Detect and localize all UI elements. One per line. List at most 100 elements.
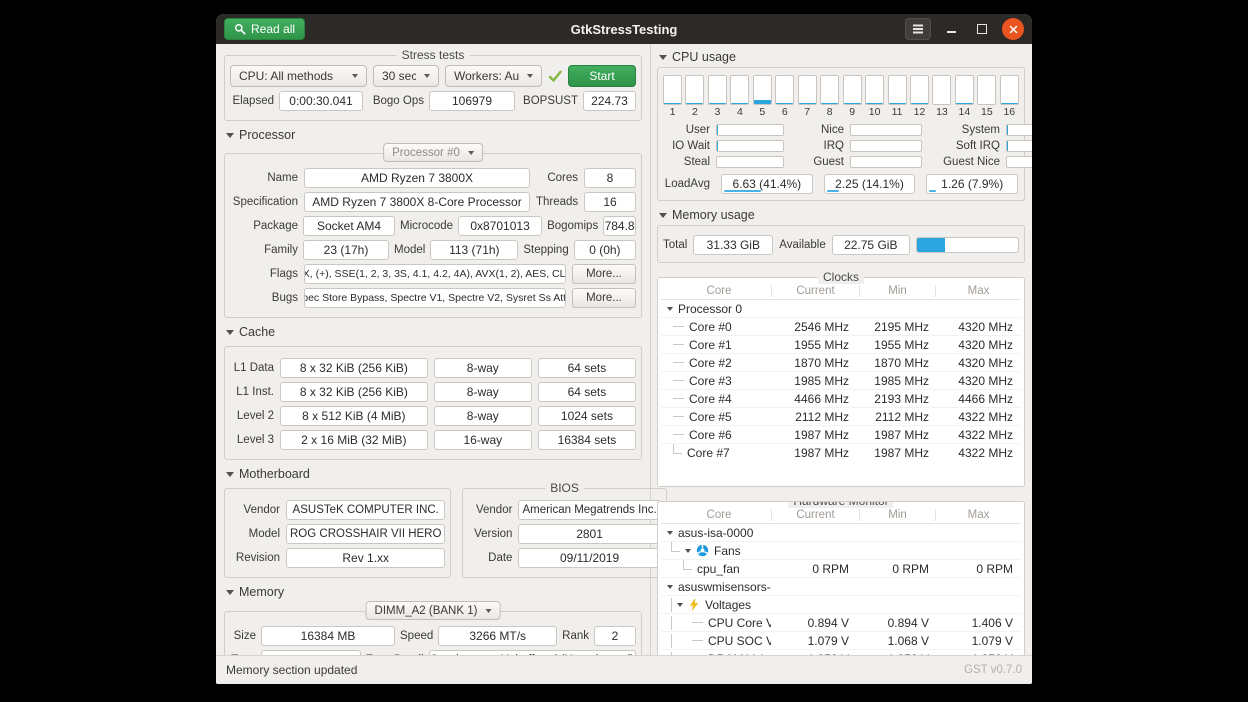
bogo-ops-field[interactable]: 106979 [429,91,515,111]
memory-usage-section-header[interactable]: Memory usage [659,208,1025,222]
bios-version-field[interactable]: 2801 [518,524,660,544]
cache-size-field[interactable]: 8 x 512 KiB (4 MiB) [280,406,428,426]
menu-button[interactable] [905,18,931,40]
hwmon-voltage-row[interactable]: CPU SOC Voltage 1.079 V 1.068 V 1.079 V [661,632,1021,650]
stress-workers-dropdown[interactable]: Workers: Auto [445,65,542,87]
elapsed-field[interactable]: 0:00:30.041 [279,91,363,111]
memory-section-header[interactable]: Memory [226,585,642,599]
hwmon-group-row[interactable]: asuswmisensors-isa-0000 [661,578,1021,596]
close-button[interactable] [1002,18,1024,40]
stepping-label: Stepping [523,244,568,256]
cache-ways-field[interactable]: 16-way [434,430,532,450]
cache-sets-field[interactable]: 64 sets [538,382,636,402]
motherboard-section-header[interactable]: Motherboard [226,467,642,481]
maximize-button[interactable] [971,18,993,40]
bogomips-field[interactable]: 7784.84 [603,216,636,236]
hwmon-voltage-row[interactable]: DRAM Voltage 1.352 V 1.352 V 1.352 V [661,650,1021,655]
cache-size-field[interactable]: 8 x 32 KiB (256 KiB) [280,358,428,378]
cpu-core-meter: 13 [932,75,951,118]
mem-size-field[interactable]: 16384 MB [261,626,395,646]
mem-type-detail-field[interactable]: Synchronous Unbuffered (Unregistered) [429,650,636,655]
bugs-more-button[interactable]: More... [572,288,636,308]
hwmon-group-row[interactable]: asus-isa-0000 [661,524,1021,542]
loadavg-1min-field[interactable]: 6.63 (41.4%) [721,174,813,194]
cpu-usage-section-header[interactable]: CPU usage [659,50,1025,64]
column-header-max[interactable]: Max [935,285,1021,297]
mem-speed-field[interactable]: 3266 MT/s [438,626,557,646]
dimm-selector-dropdown[interactable]: DIMM_A2 (BANK 1) [366,601,501,620]
processor-selector-dropdown[interactable]: Processor #0 [383,143,483,162]
bios-date-field[interactable]: 09/11/2019 [518,548,660,568]
chevron-down-icon [226,590,234,595]
hwmon-voltages-group-row[interactable]: Voltages [661,596,1021,614]
microcode-label: Microcode [400,220,453,232]
column-header-min[interactable]: Min [859,285,935,297]
mem-available-field[interactable]: 22.75 GiB [832,235,910,255]
loadavg-15min-field[interactable]: 1.26 (7.9%) [926,174,1018,194]
mem-type-field[interactable]: DDR4 [261,650,361,655]
column-header-core[interactable]: Core [661,509,771,521]
cache-ways-field[interactable]: 8-way [434,382,532,402]
hwmon-fan-row[interactable]: cpu_fan 0 RPM 0 RPM 0 RPM [661,560,1021,578]
model-field[interactable]: 113 (71h) [430,240,518,260]
column-header-max[interactable]: Max [935,509,1021,521]
family-field[interactable]: 23 (17h) [303,240,389,260]
bios-vendor-field[interactable]: American Megatrends Inc. [518,500,660,520]
specification-field[interactable]: AMD Ryzen 7 3800X 8-Core Processor [304,192,530,212]
stress-duration-dropdown[interactable]: 30 secs [373,65,439,87]
bugs-field[interactable]: Spec Store Bypass, Spectre V1, Spectre V… [304,288,566,308]
clocks-core-row[interactable]: Core #2 1870 MHz 1870 MHz 4320 MHz [661,354,1021,372]
irq-progressbar [850,140,922,152]
flags-field[interactable]: MMX, (+), SSE(1, 2, 3, 3S, 4.1, 4.2, 4A)… [304,264,566,284]
hwmon-voltage-row[interactable]: CPU Core Voltage 0.894 V 0.894 V 1.406 V [661,614,1021,632]
cache-sets-field[interactable]: 64 sets [538,358,636,378]
cache-sets-field[interactable]: 16384 sets [538,430,636,450]
flags-more-button[interactable]: More... [572,264,636,284]
clocks-core-row[interactable]: Core #3 1985 MHz 1985 MHz 4320 MHz [661,372,1021,390]
chevron-down-icon [485,609,491,613]
mb-model-field[interactable]: ROG CROSSHAIR VII HERO [286,524,445,544]
mb-model-label: Model [230,528,280,540]
clocks-core-row[interactable]: Core #5 2112 MHz 2112 MHz 4322 MHz [661,408,1021,426]
threads-field[interactable]: 16 [584,192,636,212]
stepping-field[interactable]: 0 (0h) [574,240,636,260]
mb-revision-field[interactable]: Rev 1.xx [286,548,445,568]
hwmon-fans-group-row[interactable]: Fans [661,542,1021,560]
cache-size-field[interactable]: 8 x 32 KiB (256 KiB) [280,382,428,402]
flags-label: Flags [230,268,298,280]
chevron-down-icon [659,55,667,60]
clocks-core-row[interactable]: Core #6 1987 MHz 1987 MHz 4322 MHz [661,426,1021,444]
mem-total-field[interactable]: 31.33 GiB [693,235,773,255]
minimize-button[interactable] [940,18,962,40]
column-header-current[interactable]: Current [771,509,859,521]
stress-method-dropdown[interactable]: CPU: All methods [230,65,367,87]
clocks-core-row[interactable]: Core #4 4466 MHz 2193 MHz 4466 MHz [661,390,1021,408]
clocks-core-row[interactable]: Core #0 2546 MHz 2195 MHz 4320 MHz [661,318,1021,336]
package-field[interactable]: Socket AM4 [303,216,395,236]
cache-ways-field[interactable]: 8-way [434,358,532,378]
cache-ways-field[interactable]: 8-way [434,406,532,426]
loadavg-5min-field[interactable]: 2.25 (14.1%) [824,174,916,194]
user-label: User [664,124,710,136]
column-header-current[interactable]: Current [771,285,859,297]
package-label: Package [230,220,298,232]
titlebar: Read all GtkStressTesting [216,14,1032,44]
column-header-min[interactable]: Min [859,509,935,521]
clocks-core-row[interactable]: Core #7 1987 MHz 1987 MHz 4322 MHz [661,444,1021,461]
cpu-core-meter: 9 [843,75,862,118]
microcode-field[interactable]: 0x8701013 [458,216,542,236]
cache-section-header[interactable]: Cache [226,325,642,339]
bopsust-field[interactable]: 224.73 [583,91,636,111]
mb-vendor-field[interactable]: ASUSTeK COMPUTER INC. [286,500,445,520]
clocks-group-row[interactable]: Processor 0 [661,300,1021,318]
start-button[interactable]: Start [568,65,636,87]
cpu-name-field[interactable]: AMD Ryzen 7 3800X [304,168,530,188]
cores-field[interactable]: 8 [584,168,636,188]
cache-size-field[interactable]: 2 x 16 MiB (32 MiB) [280,430,428,450]
cache-sets-field[interactable]: 1024 sets [538,406,636,426]
mem-rank-field[interactable]: 2 [594,626,636,646]
column-header-core[interactable]: Core [661,285,771,297]
read-all-button[interactable]: Read all [224,18,305,40]
clocks-core-row[interactable]: Core #1 1955 MHz 1955 MHz 4320 MHz [661,336,1021,354]
processor-section-header[interactable]: Processor [226,128,642,142]
